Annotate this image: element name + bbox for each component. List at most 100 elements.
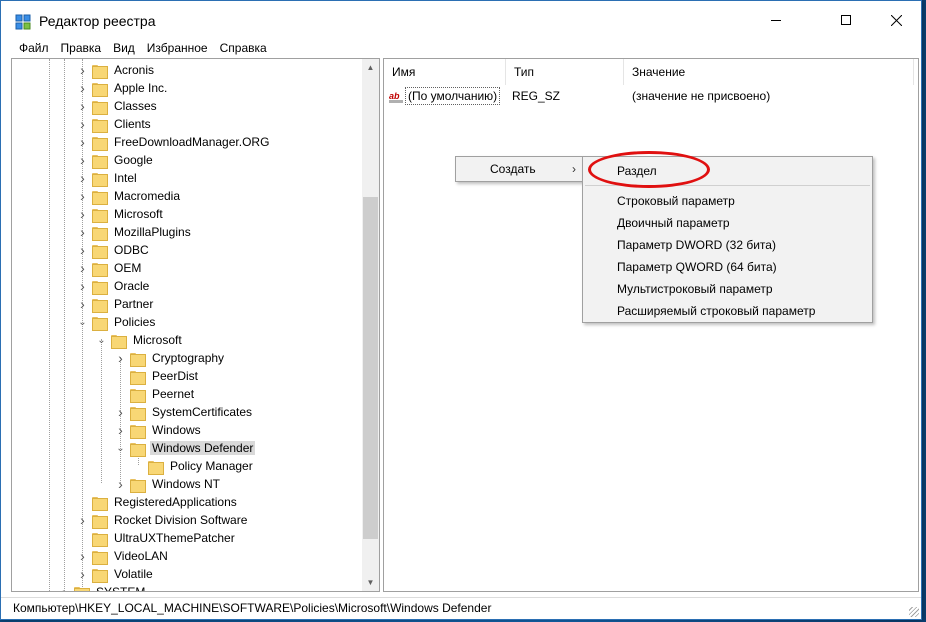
expand-chevron-icon[interactable]: › — [78, 97, 87, 115]
tree-item[interactable]: ⌄ Windows Defender — [116, 439, 256, 457]
tree-item[interactable]: ⌄ Policies — [78, 313, 157, 331]
submenu-item-qword[interactable]: Параметр QWORD (64 бита) — [583, 256, 872, 278]
tree-item[interactable]: › FreeDownloadManager.ORG — [78, 133, 271, 151]
tree-item[interactable]: › Acronis — [78, 61, 156, 79]
tree-item[interactable]: › Rocket Division Software — [78, 511, 249, 529]
expand-chevron-icon[interactable]: › — [78, 61, 87, 79]
tree-item[interactable]: › Oracle — [78, 277, 151, 295]
tree-item[interactable]: › OEM — [78, 259, 143, 277]
tree-item[interactable]: Policy Manager — [134, 457, 255, 475]
expand-chevron-icon[interactable]: › — [60, 583, 69, 591]
expand-chevron-icon[interactable]: › — [78, 205, 87, 223]
expand-chevron-icon[interactable]: › — [78, 259, 87, 277]
collapse-chevron-icon[interactable]: ⌄ — [116, 439, 125, 457]
column-header-type[interactable]: Тип — [506, 59, 624, 85]
tree-item[interactable]: › Classes — [78, 97, 159, 115]
expand-chevron-icon[interactable]: › — [78, 151, 87, 169]
collapse-chevron-icon[interactable]: ⌄ — [97, 331, 106, 349]
tree-item[interactable]: UltraUXThemePatcher — [78, 529, 237, 547]
scroll-thumb[interactable] — [363, 197, 378, 539]
tree-item[interactable]: PeerDist — [116, 367, 200, 385]
expand-chevron-icon[interactable]: › — [78, 511, 87, 529]
expand-chevron-icon[interactable]: › — [116, 403, 125, 421]
title-bar[interactable]: Редактор реестра — [1, 1, 921, 39]
tree-item[interactable]: › Intel — [78, 169, 139, 187]
expand-chevron-icon[interactable]: › — [116, 475, 125, 493]
values-list-pane[interactable]: Имя Тип Значение ab (По умолчанию) REG_S… — [383, 58, 919, 592]
tree-item[interactable]: › MozillaPlugins — [78, 223, 193, 241]
tree-guide-line — [101, 339, 102, 483]
menu-favorites[interactable]: Избранное — [141, 39, 214, 57]
folder-icon — [92, 567, 108, 583]
menu-item-create-label: Создать — [490, 162, 536, 176]
menu-help[interactable]: Справка — [214, 39, 273, 57]
key-tree-pane[interactable]: › Acronis › Apple Inc. › Classes › Clients › Free… — [11, 58, 380, 592]
tree-item[interactable]: › SYSTEM — [60, 583, 147, 591]
folder-icon — [92, 495, 108, 511]
expand-chevron-icon[interactable]: › — [78, 565, 87, 583]
tree-item[interactable]: › SystemCertificates — [116, 403, 254, 421]
tree-item[interactable]: › Microsoft — [78, 205, 165, 223]
tree-item[interactable]: › Windows NT — [116, 475, 222, 493]
expand-chevron-icon[interactable]: › — [78, 295, 87, 313]
maximize-button[interactable] — [823, 1, 869, 39]
folder-icon — [92, 63, 108, 79]
expand-chevron-icon[interactable]: › — [78, 115, 87, 133]
menu-view[interactable]: Вид — [107, 39, 141, 57]
submenu-item-key[interactable]: Раздел — [583, 159, 872, 184]
scroll-up-icon[interactable]: ▲ — [362, 59, 379, 76]
tree-item-label: SystemCertificates — [152, 405, 253, 419]
submenu-item-dword[interactable]: Параметр DWORD (32 бита) — [583, 234, 872, 256]
resize-grip-icon[interactable] — [909, 607, 919, 617]
tree-item[interactable]: › Macromedia — [78, 187, 182, 205]
expand-chevron-icon[interactable]: › — [78, 241, 87, 259]
column-header-name[interactable]: Имя — [384, 59, 506, 85]
expand-chevron-icon[interactable]: › — [78, 169, 87, 187]
tree-item[interactable]: › VideoLAN — [78, 547, 170, 565]
tree-item[interactable]: › Partner — [78, 295, 155, 313]
expand-chevron-icon[interactable]: › — [116, 421, 125, 439]
tree-item[interactable]: ⌄ Microsoft — [97, 331, 184, 349]
scroll-down-icon[interactable]: ▼ — [362, 574, 379, 591]
menu-separator — [585, 185, 870, 186]
folder-icon — [92, 261, 108, 277]
tree-item[interactable]: › Volatile — [78, 565, 155, 583]
tree-item-label: Google — [114, 153, 153, 167]
folder-icon — [92, 315, 108, 331]
tree-item-label: Oracle — [114, 279, 150, 293]
tree-item[interactable]: › Apple Inc. — [78, 79, 169, 97]
tree-vertical-scrollbar[interactable]: ▲ ▼ — [362, 59, 379, 591]
submenu-item-string[interactable]: Строковый параметр — [583, 190, 872, 212]
submenu-item-multistring[interactable]: Мультистроковый параметр — [583, 278, 872, 300]
expand-chevron-icon[interactable]: › — [78, 277, 87, 295]
folder-icon — [130, 405, 146, 421]
tree-item[interactable]: › Google — [78, 151, 155, 169]
submenu-item-binary[interactable]: Двоичный параметр — [583, 212, 872, 234]
expand-chevron-icon[interactable]: › — [78, 223, 87, 241]
submenu-item-expandable-string[interactable]: Расширяемый строковый параметр — [583, 300, 872, 322]
tree-item[interactable]: › Cryptography — [116, 349, 226, 367]
expand-chevron-icon[interactable]: › — [78, 547, 87, 565]
expand-chevron-icon[interactable]: › — [78, 79, 87, 97]
tree-item[interactable]: Peernet — [116, 385, 196, 403]
close-button[interactable] — [873, 1, 919, 39]
expand-chevron-icon[interactable]: › — [78, 133, 87, 151]
folder-icon — [92, 81, 108, 97]
tree-item-label: Peernet — [152, 387, 195, 401]
tree-item[interactable]: › Windows — [116, 421, 203, 439]
expand-chevron-icon[interactable]: › — [78, 187, 87, 205]
expand-chevron-icon[interactable]: › — [116, 349, 125, 367]
tree-item-label: FreeDownloadManager.ORG — [114, 135, 270, 149]
tree-item[interactable]: RegisteredApplications — [78, 493, 239, 511]
value-row[interactable]: ab (По умолчанию) — [389, 86, 501, 106]
menu-item-create[interactable]: Создать › — [456, 157, 582, 181]
tree-item[interactable]: › Clients — [78, 115, 153, 133]
menu-file[interactable]: Файл — [1, 39, 55, 57]
column-header-value[interactable]: Значение — [624, 59, 914, 85]
string-value-icon: ab — [389, 89, 403, 103]
menu-edit[interactable]: Правка — [55, 39, 108, 57]
tree-item[interactable]: › ODBC — [78, 241, 151, 259]
collapse-chevron-icon[interactable]: ⌄ — [78, 313, 87, 331]
minimize-button[interactable] — [753, 1, 799, 39]
